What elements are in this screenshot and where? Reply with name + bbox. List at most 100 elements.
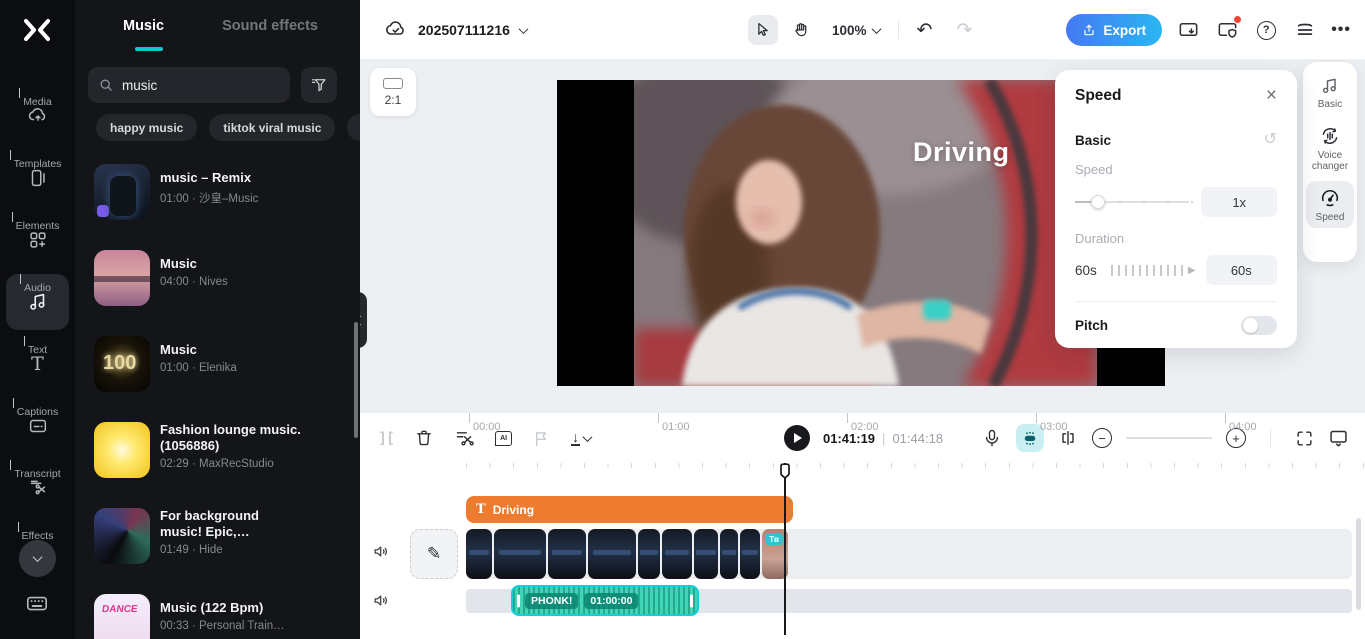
- cloud-sync-icon[interactable]: [384, 18, 408, 42]
- sidebar-item-audio[interactable]: Audio: [6, 274, 69, 330]
- export-button[interactable]: Export: [1066, 14, 1163, 46]
- dock-item-basic[interactable]: Basic: [1306, 70, 1354, 115]
- active-tab-underline: [135, 47, 163, 51]
- video-clip[interactable]: Тв: [466, 529, 788, 579]
- sidebar-item-elements[interactable]: Elements: [6, 212, 69, 268]
- flag-marker-icon[interactable]: [532, 429, 551, 448]
- text-clip[interactable]: T Driving: [466, 496, 793, 523]
- suggestion-chip[interactable]: tiktok viral music: [209, 114, 336, 141]
- speed-section-title: Basic: [1075, 132, 1112, 148]
- list-item[interactable]: Music (122 Bpm) 00:33 · Personal Train…: [94, 594, 349, 639]
- install-app-icon[interactable]: [1175, 17, 1201, 43]
- audio-clip[interactable]: PHONK! 01:00:00: [511, 585, 699, 616]
- cursor-tool-button[interactable]: [748, 15, 778, 45]
- chevron-down-icon: [32, 552, 43, 563]
- track-title: Music (122 Bpm): [160, 600, 264, 615]
- dock-item-label: Speed: [1315, 212, 1345, 223]
- left-rail: Media Templates Elements Audio T Text Ca…: [0, 0, 75, 639]
- track-meta: 01:00 · 沙皇–Music: [160, 193, 259, 205]
- track-meta: 00:33 · Personal Train…: [160, 620, 285, 632]
- collapse-rail-button[interactable]: [19, 540, 56, 577]
- undo-button[interactable]: ↶: [917, 21, 933, 40]
- play-button[interactable]: [784, 425, 810, 451]
- list-item[interactable]: Music 01:00 · Elenika: [94, 336, 349, 402]
- speed-value-input[interactable]: 1x: [1201, 187, 1277, 217]
- track-title: Music: [160, 342, 197, 357]
- sidebar-item-media[interactable]: Media: [6, 88, 69, 144]
- speed-panel-title: Speed: [1075, 86, 1122, 104]
- app-window: Media Templates Elements Audio T Text Ca…: [0, 0, 1365, 639]
- track-title: Music: [160, 256, 197, 271]
- dock-item-voice-changer[interactable]: Voice changer: [1306, 119, 1354, 177]
- mute-video-track-icon[interactable]: [372, 542, 391, 561]
- text-icon: T: [476, 502, 486, 517]
- panel-scrollbar[interactable]: [354, 322, 358, 438]
- sidebar-item-label: Media: [19, 88, 52, 108]
- draft-edit-button[interactable]: ✎: [410, 529, 458, 579]
- dock-item-speed[interactable]: Speed: [1306, 181, 1354, 228]
- trim-handle-right[interactable]: [690, 594, 693, 607]
- top-bar: 202507111216 100% ↶ ↷ Export ? •••: [360, 0, 1365, 60]
- microphone-icon[interactable]: [982, 428, 1002, 448]
- suggestion-chip[interactable]: happy music: [96, 114, 198, 141]
- playhead[interactable]: [780, 463, 790, 635]
- menu-stack-icon[interactable]: [1292, 17, 1318, 43]
- list-item[interactable]: For background music! Epic,… 01:49 · Hid…: [94, 508, 349, 574]
- video-thumbnail: [638, 529, 660, 579]
- ruler-label: 03:00: [1036, 413, 1068, 433]
- suggestion-chip[interactable]: [347, 114, 360, 141]
- filter-button[interactable]: [301, 67, 337, 103]
- trim-handle-left[interactable]: [517, 594, 520, 607]
- text-clip-label: Driving: [492, 502, 535, 517]
- duration-value-input[interactable]: 60s: [1205, 255, 1278, 285]
- close-icon[interactable]: ×: [1266, 86, 1277, 105]
- preview-text-overlay[interactable]: Driving: [913, 137, 1043, 168]
- reset-icon[interactable]: ↺: [1264, 132, 1277, 148]
- timeline-zoom-out-icon[interactable]: −: [1092, 428, 1112, 448]
- display-mode-icon[interactable]: [1328, 428, 1349, 449]
- redo-button[interactable]: ↷: [956, 21, 972, 40]
- duration-bars: [1110, 264, 1184, 276]
- music-note-icon: [27, 291, 49, 313]
- fullscreen-icon[interactable]: [1295, 429, 1314, 448]
- sidebar-item-transcript[interactable]: Transcript: [6, 460, 69, 516]
- delete-icon[interactable]: [414, 428, 434, 448]
- sidebar-item-captions[interactable]: Captions: [6, 398, 69, 454]
- speed-slider[interactable]: [1075, 195, 1193, 209]
- mute-audio-track-icon[interactable]: [372, 591, 391, 610]
- timeline-scrollbar[interactable]: [1356, 518, 1361, 610]
- sidebar-item-templates[interactable]: Templates: [6, 150, 69, 206]
- dock-item-label: Basic: [1317, 99, 1343, 110]
- search-box: ×: [88, 67, 316, 103]
- download-icon[interactable]: ↓: [571, 430, 593, 446]
- more-options-icon[interactable]: •••: [1331, 21, 1351, 39]
- list-item[interactable]: Music 04:00 · Nives: [94, 250, 349, 316]
- tab-sound-effects[interactable]: Sound effects: [222, 18, 318, 34]
- capcut-logo-icon[interactable]: [20, 13, 54, 47]
- video-thumbnail: [466, 529, 492, 579]
- shortcuts-button[interactable]: [24, 590, 50, 616]
- audio-panel: Music Sound effects × happy music t: [75, 0, 360, 639]
- help-icon[interactable]: ?: [1253, 17, 1279, 43]
- timeline-ruler[interactable]: [466, 463, 1365, 489]
- audio-tabs: Music Sound effects: [75, 0, 360, 51]
- sidebar-item-label: Captions: [12, 398, 59, 418]
- tab-music[interactable]: Music: [123, 18, 164, 34]
- playhead-handle[interactable]: [779, 463, 791, 480]
- hand-tool-button[interactable]: [786, 15, 816, 45]
- chevron-down-icon[interactable]: [518, 23, 529, 34]
- sidebar-item-text[interactable]: T Text: [6, 336, 69, 392]
- list-item[interactable]: music – Remix 01:00 · 沙皇–Music: [94, 164, 349, 230]
- timeline-zoom-slider[interactable]: [1126, 437, 1212, 439]
- timecode: 01:41:19 | 01:44:18: [823, 431, 943, 446]
- speed-slider-handle[interactable]: [1091, 195, 1105, 209]
- canvas-zoom-select[interactable]: 100%: [832, 23, 881, 38]
- aspect-ratio-button[interactable]: 2:1: [370, 68, 416, 116]
- search-input[interactable]: [122, 77, 299, 93]
- smart-cut-icon[interactable]: [454, 428, 475, 449]
- split-clip-icon[interactable]: ][: [378, 429, 395, 447]
- device-shield-icon[interactable]: [1214, 16, 1242, 43]
- upload-icon: [1084, 24, 1095, 36]
- list-item[interactable]: Fashion lounge music.(1056886) 02:29 · M…: [94, 422, 349, 488]
- pitch-toggle[interactable]: [1241, 316, 1277, 335]
